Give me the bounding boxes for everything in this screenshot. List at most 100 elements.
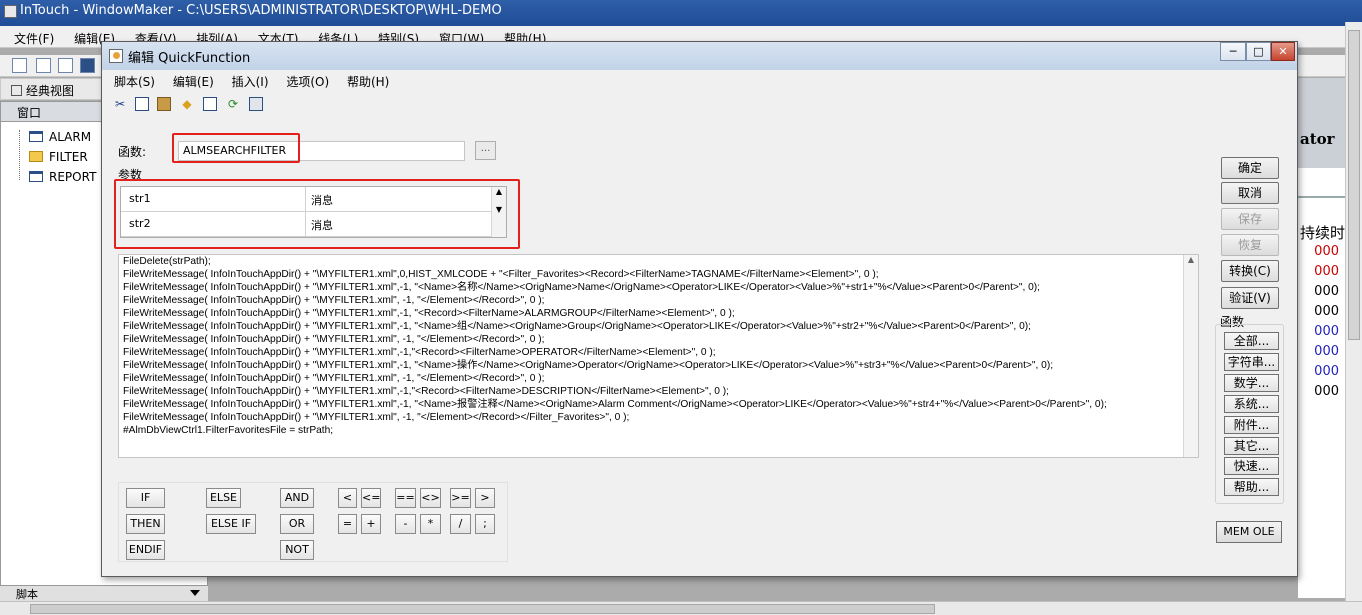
dialog-toolbar: ✂ ◆ ⟳ xyxy=(102,92,1297,116)
dialog-menubar: 脚本(S) 编辑(E) 插入(I) 选项(O) 帮助(H) xyxy=(102,70,1297,91)
highlight-box xyxy=(172,133,300,163)
duration-cell: 000 xyxy=(1314,304,1339,319)
close-window-icon[interactable] xyxy=(58,58,73,73)
canvas-header-band xyxy=(1298,78,1345,168)
browse-function-button[interactable]: ... xyxy=(475,141,496,160)
script-editor[interactable]: FileDelete(strPath); FileWriteMessage( I… xyxy=(118,254,1199,458)
key-then[interactable]: THEN xyxy=(126,514,165,534)
duration-cell: 000 xyxy=(1314,324,1339,339)
function-label: 函数: xyxy=(118,145,147,159)
restore-button[interactable]: 恢复 xyxy=(1221,234,1279,256)
quick-functions-button[interactable]: 快速... xyxy=(1224,457,1279,475)
key-and[interactable]: AND xyxy=(280,488,314,508)
addon-functions-button[interactable]: 附件... xyxy=(1224,416,1279,434)
dlg-menu-help[interactable]: 帮助(H) xyxy=(347,75,389,89)
chevron-down-icon xyxy=(190,590,200,596)
script-icon xyxy=(109,49,123,63)
duration-cell: 000 xyxy=(1314,284,1339,299)
refresh-icon[interactable]: ⟳ xyxy=(226,97,240,111)
dialog-titlebar: 编辑 QuickFunction ─ □ ✕ xyxy=(102,42,1297,70)
dlg-menu-insert[interactable]: 插入(I) xyxy=(232,75,269,89)
tree-item-label: ALARM xyxy=(49,130,92,144)
key-else-if[interactable]: ELSE IF xyxy=(206,514,256,534)
quickfunction-dialog: 编辑 QuickFunction ─ □ ✕ 脚本(S) 编辑(E) 插入(I)… xyxy=(101,41,1298,577)
key-if[interactable]: IF xyxy=(126,488,165,508)
script-dropdown[interactable]: 脚本 xyxy=(0,585,208,601)
copy-icon[interactable] xyxy=(135,97,149,111)
open-icon[interactable] xyxy=(36,58,51,73)
key-not[interactable]: NOT xyxy=(280,540,314,560)
key-lt[interactable]: < xyxy=(338,488,357,508)
cancel-button[interactable]: 取消 xyxy=(1221,182,1279,204)
tree-item-alarm[interactable]: ALARM xyxy=(29,130,91,148)
key-gt[interactable]: > xyxy=(475,488,495,508)
save-button[interactable]: 保存 xyxy=(1221,208,1279,230)
validate-button[interactable]: 验证(V) xyxy=(1221,287,1279,309)
new-icon[interactable] xyxy=(12,58,27,73)
string-functions-button[interactable]: 字符串... xyxy=(1224,353,1279,371)
key-semicolon[interactable]: ; xyxy=(475,514,495,534)
dlg-menu-edit[interactable]: 编辑(E) xyxy=(173,75,214,89)
help-functions-button[interactable]: 帮助... xyxy=(1224,478,1279,496)
horizontal-scrollbar[interactable] xyxy=(0,601,1362,615)
system-functions-button[interactable]: 系统... xyxy=(1224,395,1279,413)
window-icon xyxy=(29,131,43,142)
highlight-box xyxy=(114,179,520,249)
dialog-title: 编辑 QuickFunction xyxy=(128,51,251,66)
app-title: InTouch - WindowMaker - C:\USERS\ADMINIS… xyxy=(20,3,502,18)
script-code[interactable]: FileDelete(strPath); FileWriteMessage( I… xyxy=(123,255,1183,437)
scrollbar-thumb[interactable] xyxy=(1348,30,1360,340)
grid-icon xyxy=(11,85,22,96)
vertical-scrollbar[interactable] xyxy=(1345,22,1362,601)
tree-connector xyxy=(19,130,20,180)
math-functions-button[interactable]: 数学... xyxy=(1224,374,1279,392)
open-window-icon xyxy=(29,151,43,162)
paste-icon[interactable] xyxy=(157,97,171,111)
tree-item-label: REPORT xyxy=(49,170,97,184)
save-icon[interactable] xyxy=(80,58,95,73)
key-eq[interactable]: == xyxy=(395,488,416,508)
scrollbar-thumb[interactable] xyxy=(30,604,935,614)
tree-item-filter[interactable]: FILTER xyxy=(29,150,88,168)
key-minus[interactable]: - xyxy=(395,514,416,534)
duration-cell: 000 xyxy=(1314,364,1339,379)
key-ne[interactable]: <> xyxy=(420,488,441,508)
canvas-background: ator 持续时 000 000 000 000 000 000 000 000 xyxy=(1298,78,1345,598)
functions-group xyxy=(1215,324,1284,504)
minimize-button[interactable]: ─ xyxy=(1220,42,1246,61)
key-plus[interactable]: + xyxy=(361,514,381,534)
window-icon xyxy=(29,171,43,182)
app-titlebar: InTouch - WindowMaker - C:\USERS\ADMINIS… xyxy=(0,0,1362,26)
tree-item-report[interactable]: REPORT xyxy=(29,170,96,188)
close-button[interactable]: ✕ xyxy=(1271,42,1295,61)
key-le[interactable]: <= xyxy=(361,488,381,508)
convert-button[interactable]: 转换(C) xyxy=(1221,260,1279,282)
key-else[interactable]: ELSE xyxy=(206,488,241,508)
tag-icon[interactable]: ◆ xyxy=(180,97,194,111)
key-multiply[interactable]: * xyxy=(420,514,441,534)
maximize-button[interactable]: □ xyxy=(1246,42,1271,61)
ok-button[interactable]: 确定 xyxy=(1221,157,1279,179)
tree-item-label: FILTER xyxy=(49,150,88,164)
all-functions-button[interactable]: 全部... xyxy=(1224,332,1279,350)
classic-view-label: 经典视图 xyxy=(26,84,75,98)
cut-icon[interactable]: ✂ xyxy=(113,97,127,111)
window-icon[interactable] xyxy=(203,97,217,111)
key-endif[interactable]: ENDIF xyxy=(126,540,165,560)
canvas-divider xyxy=(1298,196,1345,198)
dlg-menu-script[interactable]: 脚本(S) xyxy=(114,75,155,89)
dlg-menu-options[interactable]: 选项(O) xyxy=(286,75,329,89)
key-assign[interactable]: = xyxy=(338,514,357,534)
mem-ole-button[interactable]: MEM OLE xyxy=(1216,521,1282,543)
duration-cell: 000 xyxy=(1314,244,1339,259)
app-menu-file[interactable]: 文件(F) xyxy=(14,32,54,46)
duration-cell: 000 xyxy=(1314,264,1339,279)
print-icon[interactable] xyxy=(249,97,263,111)
editor-scrollbar[interactable]: ▲ xyxy=(1183,255,1198,457)
duration-column-header: 持续时 xyxy=(1300,224,1346,242)
misc-functions-button[interactable]: 其它... xyxy=(1224,437,1279,455)
key-divide[interactable]: / xyxy=(450,514,471,534)
key-ge[interactable]: >= xyxy=(450,488,471,508)
duration-cell: 000 xyxy=(1314,344,1339,359)
key-or[interactable]: OR xyxy=(280,514,314,534)
